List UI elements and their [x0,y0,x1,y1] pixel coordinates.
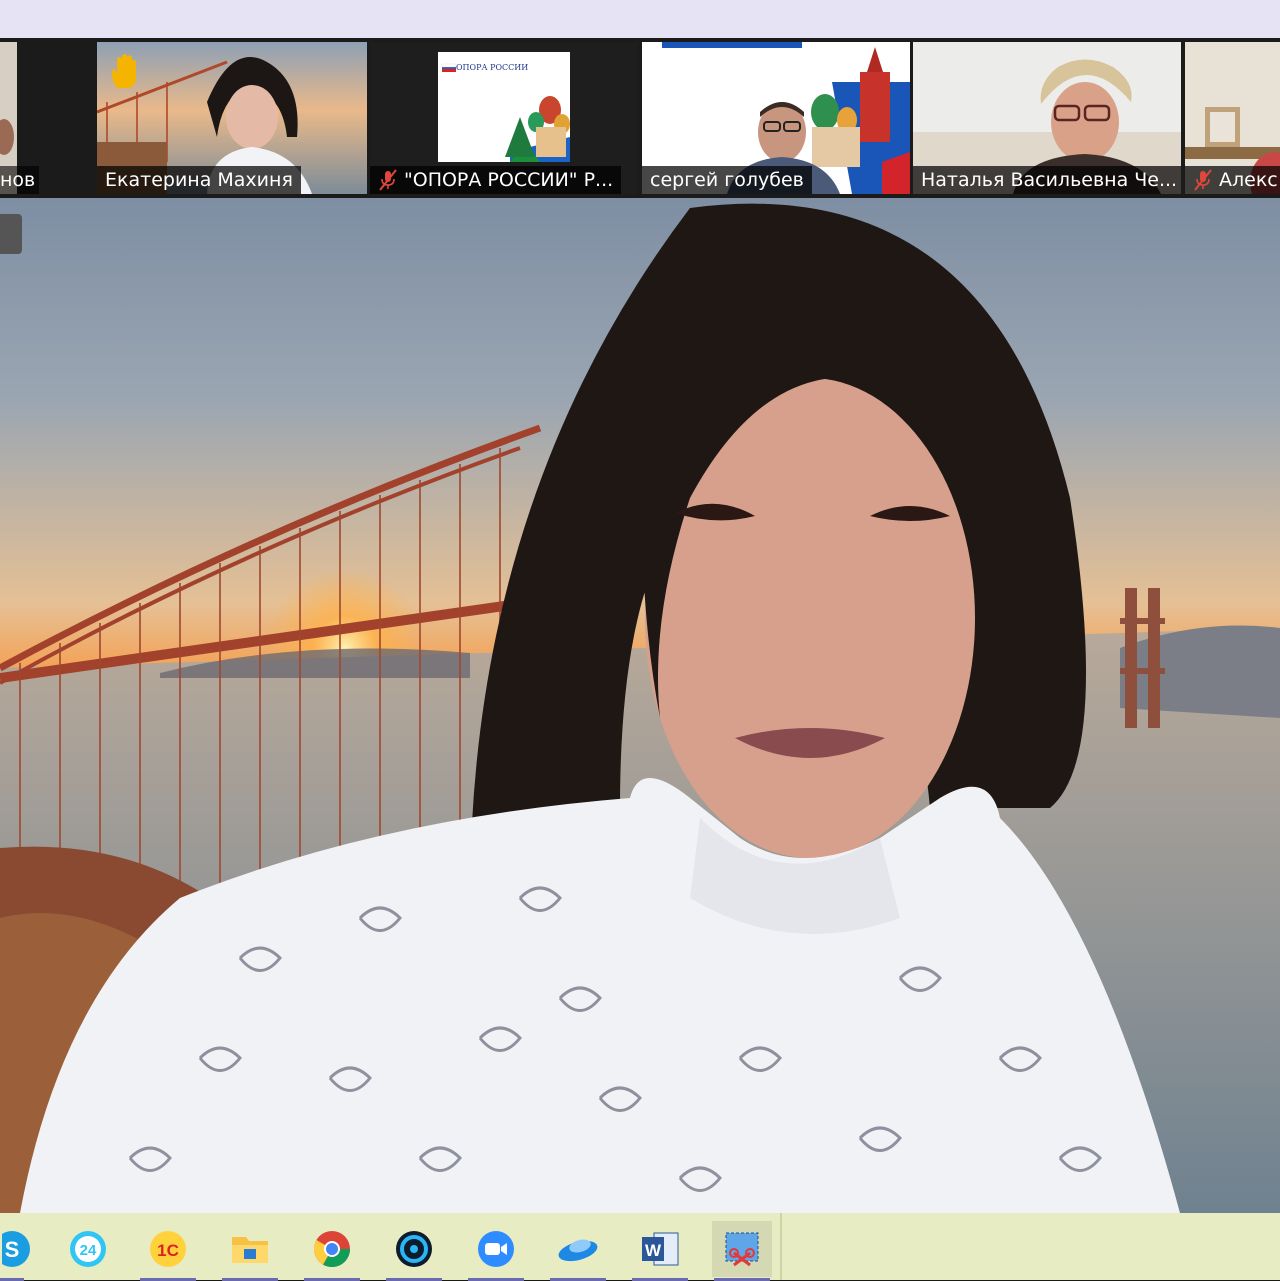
snipping-tool-app-button[interactable] [712,1221,772,1281]
bitrix24-icon: 24 [70,1231,106,1267]
word-app-button[interactable]: W [630,1221,690,1281]
1c-app-button[interactable]: 1С [138,1221,198,1281]
participant-tile-active[interactable]: Екатерина Махиня [97,42,367,194]
participant-name-bar: Екатерина Махиня [97,166,301,194]
svg-text:1С: 1С [157,1241,179,1260]
chrome-icon [313,1231,350,1268]
svg-text:W: W [645,1241,662,1260]
svg-text:24: 24 [80,1242,97,1259]
taskbar-divider [780,1213,782,1280]
zoom-icon [478,1231,514,1267]
main-speaker-video [0,198,1280,1213]
raised-hand-icon [111,54,136,88]
1c-icon: 1С [150,1231,186,1267]
view-options-chip[interactable] [0,214,22,254]
participant-tile[interactable]: ОПОРА РОССИИ "ОПОРА РОССИИ" Р... [370,42,638,194]
bitrix24-app-button[interactable]: 24 [58,1221,118,1277]
speaker-video-frame [0,198,1280,1213]
microphone-muted-icon [379,169,397,191]
zoom-app-button[interactable] [466,1221,526,1281]
camera-app-icon [396,1231,432,1267]
participant-name: Екатерина Махиня [105,169,293,191]
camera-app-button[interactable] [384,1221,444,1281]
participant-tile[interactable]: Алекс [1185,42,1280,194]
participant-tile[interactable]: сергей голубев [642,42,910,194]
participant-name: "ОПОРА РОССИИ" Р... [404,169,614,191]
skype-icon: S [2,1231,30,1267]
microphone-muted-icon [1194,169,1212,191]
slide-caption: ОПОРА РОССИИ [456,63,529,72]
participant-tile[interactable]: Наталья Васильевна Че... [913,42,1181,194]
window-top-band [0,0,1280,38]
file-explorer-icon [232,1237,268,1263]
word-icon: W [642,1232,679,1266]
chrome-app-button[interactable] [302,1221,362,1281]
participant-name: сергей голубев [650,169,804,191]
participant-name-bar: Алекс [1185,166,1280,194]
cloud-app-icon [558,1239,598,1262]
participant-name-bar: сергей голубев [642,166,812,194]
participant-name-label: нов [0,166,40,194]
participant-name: Наталья Васильевна Че... [921,169,1178,191]
cloud-app-button[interactable] [548,1221,608,1281]
participant-name: Алекс [1219,169,1278,191]
skype-app-button[interactable]: S [0,1221,34,1281]
participant-name-bar: "ОПОРА РОССИИ" Р... [370,166,622,194]
snipping-tool-icon [725,1232,759,1267]
svg-text:S: S [5,1237,20,1262]
participant-name-bar: Наталья Васильевна Че... [913,166,1181,194]
file-explorer-app-button[interactable] [220,1221,280,1281]
